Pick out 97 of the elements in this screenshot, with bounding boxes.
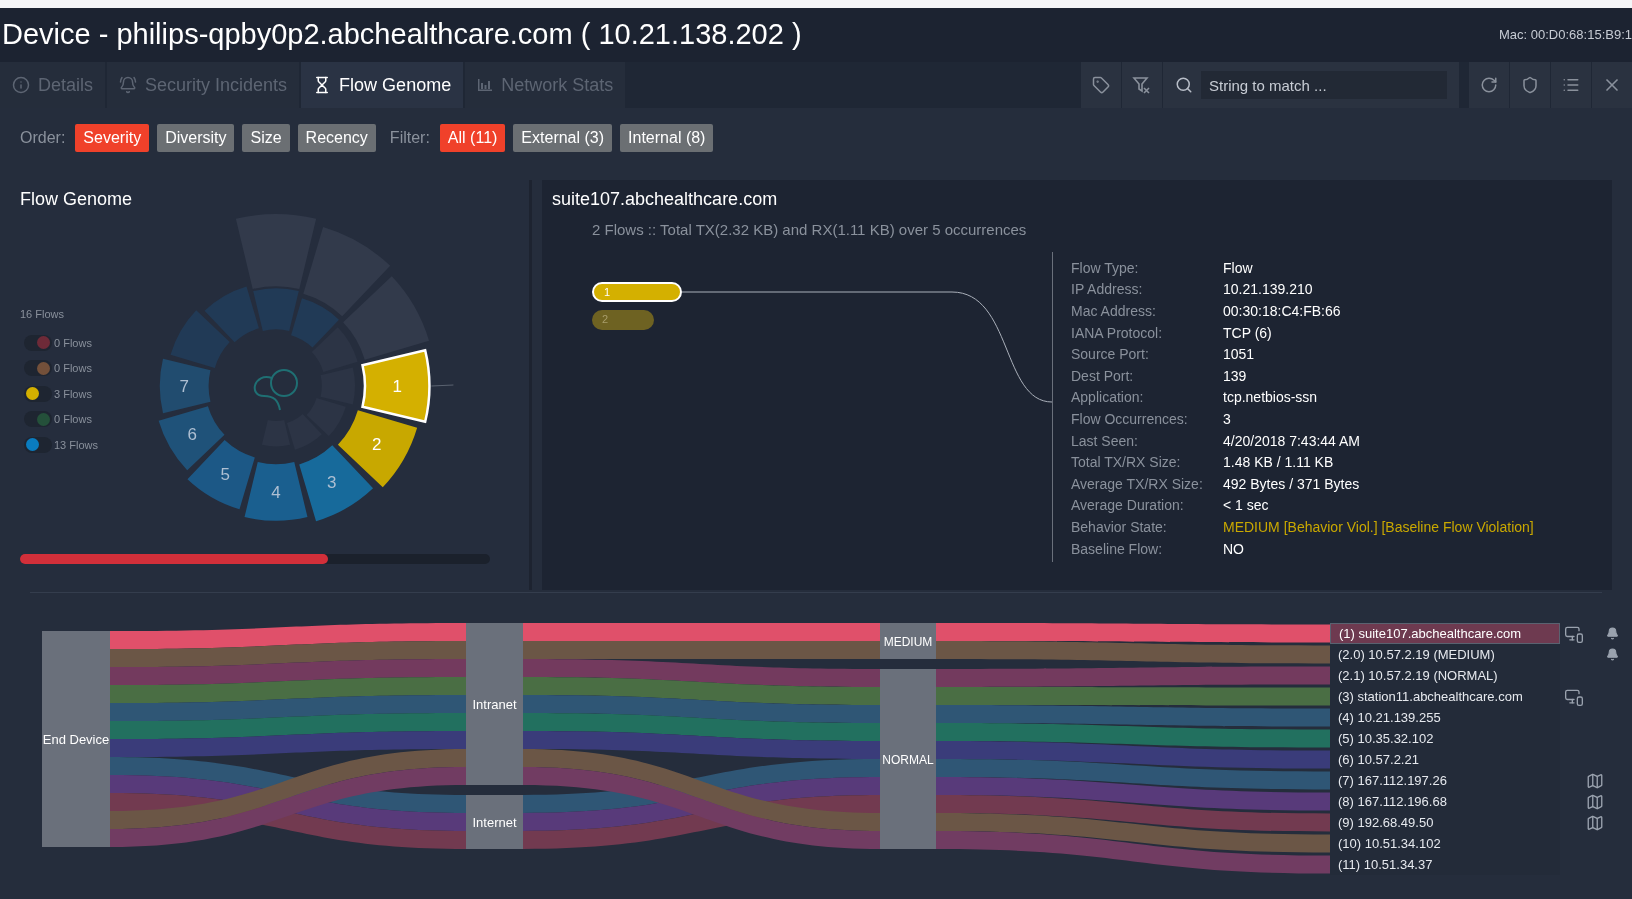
- bell-icon[interactable]: [1606, 648, 1619, 661]
- flow-summary: 2 Flows :: Total TX(2.32 KB) and RX(1.11 KB) over 5 occurrences: [591, 220, 1028, 240]
- field-value: Flow: [1223, 258, 1253, 278]
- node-label: End Device: [42, 732, 110, 747]
- mac-address: Mac: 00:D0:68:15:B9:1: [1499, 26, 1632, 45]
- field-value: TCP (6): [1223, 323, 1272, 343]
- bar-chart-icon: [477, 77, 494, 93]
- field-value: 492 Bytes / 371 Bytes: [1223, 474, 1360, 494]
- legend-label: 0 Flows: [54, 335, 92, 351]
- segment-label: 7: [179, 377, 189, 396]
- refresh-button[interactable]: [1469, 62, 1509, 108]
- close-button[interactable]: [1592, 62, 1632, 108]
- field-label: Last Seen:: [1071, 431, 1139, 451]
- field-label: Behavior State:: [1071, 517, 1168, 537]
- segment-label: 2: [371, 435, 382, 455]
- map-icon[interactable]: [1586, 792, 1604, 811]
- field-label: Application:: [1071, 388, 1145, 408]
- legend-toggle[interactable]: [24, 385, 52, 402]
- filter-clear-icon: [1132, 75, 1152, 95]
- sort-option[interactable]: All (11): [439, 124, 506, 152]
- legend-toggle[interactable]: [24, 334, 52, 351]
- segment-label: 3: [326, 473, 337, 493]
- clear-filter-button[interactable]: [1122, 62, 1162, 108]
- genome-segment[interactable]: [337, 410, 418, 488]
- field-value: 1.48 KB / 1.11 KB: [1223, 453, 1334, 473]
- bell-icon: [119, 76, 138, 94]
- field-label: Average TX/RX Size:: [1071, 474, 1204, 494]
- node-label: Internet: [472, 815, 517, 830]
- legend-toggle[interactable]: [24, 436, 52, 453]
- leader-line: [430, 384, 454, 387]
- panel-title: Flow Genome: [20, 188, 134, 210]
- sort-option[interactable]: Internal (8): [620, 124, 714, 152]
- legend-label: 3 Flows: [54, 386, 92, 402]
- shield-button[interactable]: [1510, 62, 1550, 108]
- legend-toggle[interactable]: [24, 411, 52, 428]
- sort-option[interactable]: Recency: [297, 124, 376, 152]
- field-value: 1051: [1223, 345, 1255, 365]
- field-value: 4/20/2018 7:43:44 AM: [1223, 431, 1360, 451]
- segment-label: 1: [392, 377, 402, 396]
- segment-label: 4: [271, 483, 281, 503]
- field-label: Dest Port:: [1071, 366, 1135, 386]
- refresh-icon: [1480, 76, 1498, 94]
- field-value: < 1 sec: [1223, 496, 1269, 516]
- search-field[interactable]: String to match ...: [1163, 62, 1459, 108]
- field-label: Source Port:: [1071, 345, 1150, 365]
- field-value: 10.21.139.210: [1223, 280, 1313, 300]
- genome-segment[interactable]: [361, 348, 431, 424]
- genome-segment[interactable]: [299, 445, 374, 522]
- field-label: Baseline Flow:: [1071, 539, 1164, 559]
- sankey-node: [466, 795, 523, 849]
- node-label: MEDIUM: [883, 635, 933, 649]
- tab[interactable]: Flow Genome: [301, 62, 464, 108]
- sort-option[interactable]: Severity: [75, 124, 150, 152]
- field-value: NO: [1223, 539, 1244, 559]
- field-value: MEDIUM [Behavior Viol.] [Baseline Flow Violation]: [1223, 517, 1534, 537]
- map-icon[interactable]: [1586, 771, 1604, 790]
- legend-label: 0 Flows: [54, 361, 92, 376]
- empty-segment: [306, 398, 346, 437]
- tag-button[interactable]: [1081, 62, 1121, 108]
- field-value: 139: [1223, 366, 1247, 386]
- sort-option[interactable]: Size: [242, 124, 290, 152]
- field-label: Average Duration:: [1071, 496, 1185, 516]
- legend-label: 13 Flows: [54, 437, 99, 453]
- bell-icon[interactable]: [1606, 627, 1619, 640]
- destination-row[interactable]: (1) suite107.abchealthcare.com: [1330, 623, 1560, 644]
- window-title: Device - philips-qpby0p2.abchealthcare.com ( 10.21.138.202 ): [2, 17, 802, 53]
- field-label: IP Address:: [1071, 280, 1144, 300]
- flow-total: 16 Flows: [20, 307, 66, 322]
- empty-segment: [170, 310, 230, 368]
- host-title: suite107.abchealthcare.com: [552, 188, 779, 211]
- node-label: NORMAL: [882, 753, 934, 767]
- field-label: IANA Protocol:: [1071, 323, 1164, 343]
- map-icon[interactable]: [1586, 813, 1604, 832]
- shield-icon: [1521, 76, 1539, 94]
- info-icon: [12, 76, 30, 94]
- field-value: 3: [1223, 409, 1231, 429]
- legend-label: 0 Flows: [54, 412, 92, 427]
- order-label: Order:: [20, 128, 66, 148]
- segment-label: 5: [220, 465, 230, 484]
- list-button[interactable]: [1551, 62, 1591, 108]
- sankey-node: [880, 623, 936, 659]
- field-label: Flow Occurrences:: [1071, 409, 1189, 429]
- sort-option[interactable]: External (3): [513, 124, 613, 152]
- list-icon: [1562, 76, 1580, 94]
- field-value: 00:30:18:C4:FB:66: [1223, 302, 1341, 321]
- tag-icon: [1092, 76, 1110, 94]
- field-label: Total TX/RX Size:: [1071, 453, 1182, 473]
- node-label: Intranet: [472, 697, 517, 712]
- field-label: Mac Address:: [1071, 302, 1157, 321]
- segment-label: 6: [187, 425, 197, 445]
- legend-toggle[interactable]: [24, 360, 52, 377]
- field-value: tcp.netbios-ssn: [1223, 388, 1318, 408]
- sort-option[interactable]: Diversity: [157, 124, 235, 152]
- field-label: Flow Type:: [1071, 258, 1140, 278]
- filter-label: Filter:: [389, 128, 430, 148]
- logo-icon: [253, 369, 298, 411]
- search-icon: [1175, 76, 1193, 94]
